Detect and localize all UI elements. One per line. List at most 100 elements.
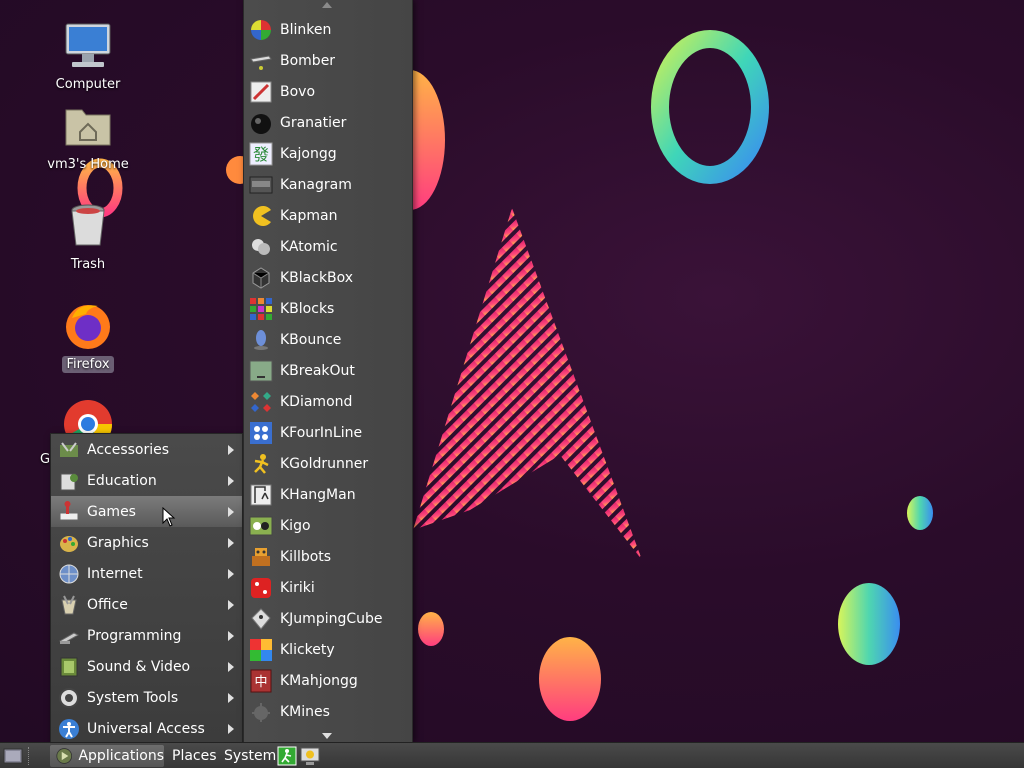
places-label: Places <box>172 748 217 764</box>
menu-item-label: Graphics <box>87 534 149 551</box>
game-item-kmahjongg[interactable]: 中 KMahjongg <box>244 665 412 696</box>
desktop-icon-label: vm3's Home <box>47 157 129 172</box>
khangman-icon <box>250 484 272 505</box>
programming-icon <box>58 631 80 644</box>
game-item-kblocks[interactable]: KBlocks <box>244 293 412 324</box>
scroll-up-icon[interactable] <box>322 2 332 8</box>
sound-video-icon <box>60 657 78 676</box>
menu-item-graphics[interactable]: Graphics <box>51 527 242 558</box>
game-item-label: KBreakOut <box>280 362 355 379</box>
game-item-kanagram[interactable]: Kanagram <box>244 169 412 200</box>
game-item-khangman[interactable]: KHangMan <box>244 479 412 510</box>
game-item-killbots[interactable]: Killbots <box>244 541 412 572</box>
game-item-label: KBounce <box>280 331 342 348</box>
submenu-arrow-icon <box>228 661 234 672</box>
game-item-kdiamond[interactable]: KDiamond <box>244 386 412 417</box>
kanagram-icon <box>249 176 273 193</box>
game-item-kapman[interactable]: Kapman <box>244 200 412 231</box>
game-item-label: KGoldrunner <box>280 455 369 472</box>
screensaver-icon[interactable] <box>300 746 320 766</box>
places-button[interactable]: Places <box>172 745 217 767</box>
internet-icon <box>59 564 79 583</box>
game-item-label: KJumpingCube <box>280 610 383 627</box>
system-button[interactable]: System <box>224 745 276 767</box>
menu-item-programming[interactable]: Programming <box>51 620 242 651</box>
menu-item-sound-video[interactable]: Sound & Video <box>51 651 242 682</box>
desktop-icon-home[interactable]: vm3's Home <box>38 100 138 173</box>
show-desktop-icon[interactable] <box>2 745 24 767</box>
game-item-kigo[interactable]: Kigo <box>244 510 412 541</box>
game-item-label: KAtomic <box>280 238 338 255</box>
game-item-kiriki[interactable]: Kiriki <box>244 572 412 603</box>
submenu-arrow-icon <box>228 537 234 548</box>
game-item-kbreakout[interactable]: KBreakOut <box>244 355 412 386</box>
submenu-arrow-icon <box>228 723 234 734</box>
accessories-icon <box>60 441 78 457</box>
universal-access-icon <box>59 718 79 739</box>
firefox-icon <box>66 305 110 349</box>
trash-icon <box>71 204 105 246</box>
game-item-label: KDiamond <box>280 393 353 410</box>
game-item-kblackbox[interactable]: KBlackBox <box>244 262 412 293</box>
game-item-label: Blinken <box>280 21 332 38</box>
game-item-kjumpingcube[interactable]: KJumpingCube <box>244 603 412 634</box>
game-item-blinken[interactable]: Blinken <box>244 14 412 45</box>
submenu-arrow-icon <box>228 444 234 455</box>
game-item-bomber[interactable]: Bomber <box>244 45 412 76</box>
game-item-kgoldrunner[interactable]: KGoldrunner <box>244 448 412 479</box>
klickety-icon <box>250 638 272 661</box>
game-item-label: Bovo <box>280 83 316 100</box>
mouse-cursor-icon <box>162 507 176 527</box>
desktop-icon-label: Computer <box>55 77 121 92</box>
desktop-icon-trash[interactable]: Trash <box>38 200 138 273</box>
menu-item-education[interactable]: Education <box>51 465 242 496</box>
menu-item-system-tools[interactable]: System Tools <box>51 682 242 713</box>
desktop-icon-label: Trash <box>70 257 106 272</box>
submenu-arrow-icon <box>228 692 234 703</box>
game-item-bovo[interactable]: Bovo <box>244 76 412 107</box>
menu-item-universal-access[interactable]: Universal Access <box>51 713 242 744</box>
logout-icon[interactable] <box>277 746 297 766</box>
kiriki-icon <box>251 577 271 598</box>
kbreakout-icon <box>249 360 273 381</box>
graphics-icon <box>60 535 78 552</box>
applications-button[interactable]: Applications <box>50 745 164 767</box>
desktop-icon-firefox[interactable]: Firefox <box>38 300 138 373</box>
menu-item-label: Office <box>87 596 128 613</box>
game-item-kajongg[interactable]: 發 Kajongg <box>244 138 412 169</box>
menu-item-label: Universal Access <box>87 720 205 737</box>
game-item-kmines[interactable]: KMines <box>244 696 412 727</box>
svg-text:中: 中 <box>254 675 267 690</box>
game-item-granatier[interactable]: Granatier <box>244 107 412 138</box>
kajongg-icon: 發 <box>249 142 273 165</box>
submenu-arrow-icon <box>228 630 234 641</box>
menu-item-accessories[interactable]: Accessories <box>51 434 242 465</box>
kbounce-icon <box>254 329 268 350</box>
scroll-down-icon[interactable] <box>322 733 332 739</box>
menu-item-label: Sound & Video <box>87 658 191 675</box>
game-item-label: Kanagram <box>280 176 352 193</box>
education-icon <box>60 473 78 490</box>
game-item-kfourinline[interactable]: KFourInLine <box>244 417 412 448</box>
desktop-icon-computer[interactable]: Computer <box>38 20 138 93</box>
office-icon <box>61 595 77 614</box>
applications-menu-icon <box>56 748 73 764</box>
system-label: System <box>224 748 277 764</box>
kigo-icon <box>249 516 273 535</box>
game-item-kbounce[interactable]: KBounce <box>244 324 412 355</box>
games-icon <box>59 500 79 520</box>
menu-item-label: Internet <box>87 565 143 582</box>
menu-item-games[interactable]: Games <box>51 496 242 527</box>
computer-icon <box>65 23 111 67</box>
game-item-label: Killbots <box>280 548 332 565</box>
menu-item-office[interactable]: Office <box>51 589 242 620</box>
menu-item-internet[interactable]: Internet <box>51 558 242 589</box>
kapman-icon <box>253 205 271 226</box>
kmines-icon <box>252 702 270 722</box>
game-item-label: Kajongg <box>280 145 337 162</box>
blinken-icon <box>251 19 271 40</box>
game-item-katomic[interactable]: KAtomic <box>244 231 412 262</box>
svg-text:發: 發 <box>253 145 269 164</box>
game-item-klickety[interactable]: Klickety <box>244 634 412 665</box>
kblackbox-icon <box>252 266 270 289</box>
